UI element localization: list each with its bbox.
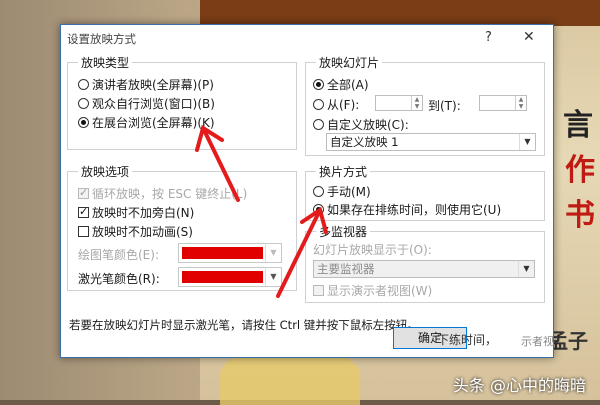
- dialog-title: 设置放映方式: [67, 32, 136, 46]
- pen-color-swatch: [182, 247, 263, 259]
- radio-from[interactable]: 从(F):: [313, 96, 359, 113]
- radio-from-label: 从(F):: [327, 98, 360, 112]
- from-slide-input[interactable]: ▲ ▼: [375, 95, 423, 111]
- radio-circle[interactable]: [78, 79, 89, 90]
- monitor-value: 主要监视器: [317, 262, 375, 276]
- advance-slides-group: 换片方式 手动(M) 如果存在排练时间，则使用它(U): [305, 163, 545, 221]
- radio-custom-show[interactable]: 自定义放映(C):: [313, 116, 409, 133]
- loop-checkbox[interactable]: 循环放映，按 ESC 键终止(L): [78, 185, 247, 202]
- chevron-down-icon[interactable]: ▼: [265, 268, 281, 286]
- no-animation-checkbox[interactable]: 放映时不加动画(S): [78, 223, 193, 240]
- chevron-down-icon[interactable]: ▼: [265, 244, 281, 262]
- advance-legend: 换片方式: [316, 163, 371, 180]
- checkbox-box[interactable]: [313, 285, 324, 296]
- dialog-titlebar: 设置放映方式 ? ✕: [61, 25, 553, 53]
- radio-presenter-label: 演讲者放映(全屏幕)(P): [92, 78, 214, 92]
- background-fragment-2: 示者视: [521, 335, 554, 348]
- laser-hint-text: 若要在放映幻灯片时显示激光笔，请按住 Ctrl 键并按下鼠标左按钮。: [69, 318, 419, 332]
- show-type-legend: 放映类型: [78, 54, 133, 71]
- slide-char-3: 书: [565, 198, 595, 233]
- chevron-down-icon[interactable]: ▼: [519, 134, 535, 150]
- chevron-down-icon[interactable]: ▼: [518, 261, 534, 277]
- pen-color-label: 绘图笔颜色(E):: [78, 248, 159, 262]
- slide-title-band: [200, 0, 600, 26]
- presenter-view-checkbox[interactable]: 显示演示者视图(W): [313, 282, 432, 299]
- slide-char-2: 作: [565, 153, 595, 188]
- show-options-legend: 放映选项: [78, 163, 133, 180]
- radio-kiosk[interactable]: 在展台浏览(全屏幕)(K): [78, 114, 215, 131]
- no-animation-label: 放映时不加动画(S): [92, 225, 193, 239]
- radio-circle-selected[interactable]: [313, 79, 324, 90]
- radio-kiosk-label: 在展台浏览(全屏幕)(K): [92, 116, 215, 130]
- from-spinner-arrows[interactable]: ▲ ▼: [411, 96, 422, 110]
- presenter-view-label: 显示演示者视图(W): [327, 284, 433, 298]
- radio-manual-label: 手动(M): [327, 185, 371, 199]
- radio-use-timings[interactable]: 如果存在排练时间，则使用它(U): [313, 201, 501, 218]
- show-options-group: 放映选项 循环放映，按 ESC 键终止(L) 放映时不加旁白(N) 放映时不加动…: [67, 163, 297, 291]
- checkbox-box[interactable]: [78, 226, 89, 237]
- radio-manual[interactable]: 手动(M): [313, 183, 371, 200]
- no-narration-label: 放映时不加旁白(N): [92, 206, 195, 220]
- radio-audience-window-label: 观众自行浏览(窗口)(B): [92, 97, 215, 111]
- background-fragment: 下练时间，: [437, 333, 498, 347]
- radio-circle-selected[interactable]: [313, 204, 324, 215]
- help-icon[interactable]: ?: [485, 30, 492, 45]
- radio-circle[interactable]: [78, 98, 89, 109]
- radio-all-label: 全部(A): [327, 78, 369, 92]
- radio-circle-selected[interactable]: [78, 117, 89, 128]
- radio-circle[interactable]: [313, 99, 324, 110]
- pen-color-picker[interactable]: ▼: [178, 243, 282, 263]
- slide-bottom-fragment: 孟子: [548, 329, 588, 353]
- monitor-select[interactable]: 主要监视器 ▼: [313, 260, 535, 278]
- radio-audience-window[interactable]: 观众自行浏览(窗口)(B): [78, 95, 215, 112]
- custom-show-select[interactable]: 自定义放映 1 ▼: [326, 133, 536, 151]
- slide-char-1: 言: [563, 108, 593, 143]
- laser-color-swatch: [182, 271, 263, 283]
- to-slide-input[interactable]: ▲ ▼: [479, 95, 527, 111]
- to-spinner-arrows[interactable]: ▲ ▼: [515, 96, 526, 110]
- radio-use-timings-label: 如果存在排练时间，则使用它(U): [327, 203, 502, 217]
- laser-color-label: 激光笔颜色(R):: [78, 272, 160, 286]
- no-narration-checkbox[interactable]: 放映时不加旁白(N): [78, 204, 194, 221]
- radio-custom-label: 自定义放映(C):: [327, 118, 409, 132]
- watermark: 头条 @心中的晦暗: [452, 376, 586, 395]
- checkbox-box[interactable]: [78, 186, 89, 199]
- show-slides-group: 放映幻灯片 全部(A) 从(F): ▲ ▼ 到(T): ▲ ▼ 自定义放映(C): …: [305, 54, 545, 156]
- loop-label: 循环放映，按 ESC 键终止(L): [92, 187, 248, 201]
- radio-all-slides[interactable]: 全部(A): [313, 76, 369, 93]
- radio-circle[interactable]: [313, 186, 324, 197]
- checkbox-box[interactable]: [78, 205, 89, 218]
- show-type-group: 放映类型 演讲者放映(全屏幕)(P) 观众自行浏览(窗口)(B) 在展台浏览(全…: [67, 54, 297, 150]
- to-label: 到(T):: [428, 99, 461, 113]
- radio-presenter[interactable]: 演讲者放映(全屏幕)(P): [78, 76, 214, 93]
- display-on-label: 幻灯片放映显示于(O):: [313, 243, 432, 257]
- monitors-legend: 多监视器: [316, 223, 371, 240]
- show-slides-legend: 放映幻灯片: [316, 54, 383, 71]
- custom-show-value: 自定义放映 1: [330, 135, 399, 149]
- set-up-show-dialog: 设置放映方式 ? ✕ 放映类型 演讲者放映(全屏幕)(P) 观众自行浏览(窗口)…: [60, 24, 554, 358]
- monitors-group: 多监视器 幻灯片放映显示于(O): 主要监视器 ▼ 显示演示者视图(W): [305, 223, 545, 303]
- laser-color-picker[interactable]: ▼: [178, 267, 282, 287]
- radio-circle[interactable]: [313, 119, 324, 130]
- close-icon[interactable]: ✕: [523, 29, 535, 45]
